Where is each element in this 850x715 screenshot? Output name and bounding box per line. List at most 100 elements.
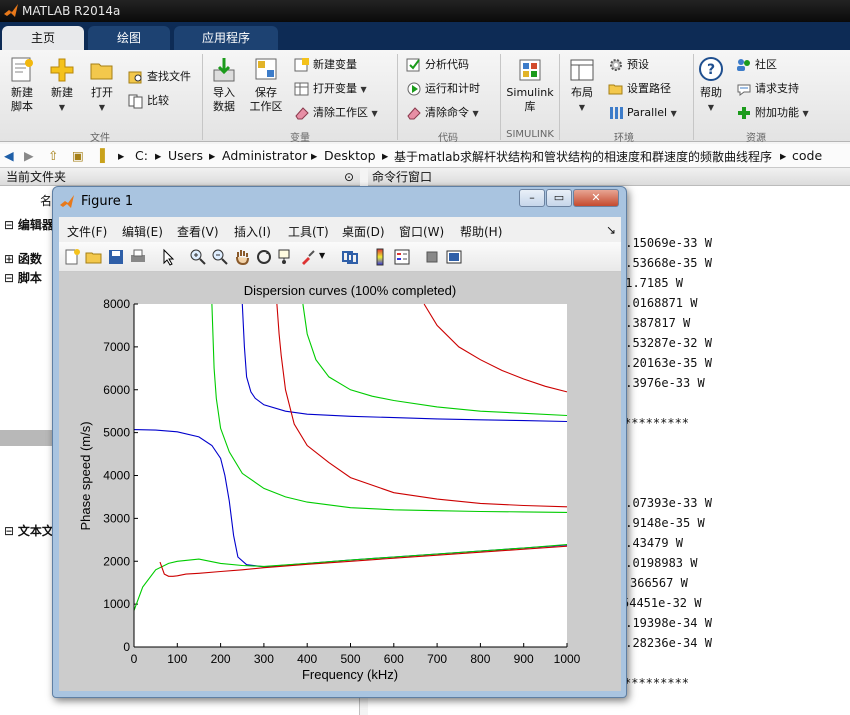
colorbar-icon[interactable] — [371, 248, 389, 266]
zoom-in-icon[interactable] — [189, 248, 207, 266]
help-button[interactable]: ? 帮助 ▼ — [696, 56, 726, 115]
group-file-label: 文件 — [90, 133, 110, 144]
import-data-button[interactable]: 导入 数据 — [206, 56, 242, 114]
request-support-button[interactable]: 请求支持 — [736, 80, 799, 98]
find-files-button[interactable]: 查找文件 — [128, 68, 191, 86]
x-tick-label: 0 — [131, 652, 138, 666]
show-plot-tools-icon[interactable] — [445, 248, 463, 266]
command-output-line: 4.07393e-33 W — [618, 496, 712, 510]
clear-workspace-button[interactable]: 清除工作区 ▼ — [294, 104, 378, 122]
open-button[interactable]: 打开 ▼ — [86, 56, 118, 115]
maximize-button[interactable]: ▭ — [546, 189, 572, 207]
command-output-line: 7.20163e-35 W — [618, 356, 712, 370]
set-path-button[interactable]: 设置路径 — [608, 80, 671, 98]
breadcrumb-administrator[interactable]: Administrator — [222, 148, 307, 163]
compare-label: 比较 — [147, 94, 169, 107]
tree-node-text-files[interactable]: ⊟ 文本文 — [4, 522, 54, 539]
community-button[interactable]: 社区 — [736, 56, 777, 74]
print-icon[interactable] — [129, 248, 147, 266]
addons-button[interactable]: 附加功能 ▼ — [736, 104, 809, 122]
chevron-down-icon: ▼ — [360, 85, 367, 94]
tab-apps[interactable]: 应用程序 — [174, 26, 278, 50]
y-tick-label: 2000 — [103, 554, 130, 568]
layout-button[interactable]: 布局 ▼ — [564, 56, 600, 115]
menu-view[interactable]: 查看(V) — [177, 223, 219, 240]
new-figure-icon[interactable] — [63, 248, 81, 266]
breadcrumb-c[interactable]: C: — [135, 148, 148, 163]
menu-insert[interactable]: 插入(I) — [234, 223, 271, 240]
import-data-label: 导入 数据 — [213, 86, 235, 113]
legend-icon[interactable] — [393, 248, 411, 266]
group-resources-label: 资源 — [746, 133, 766, 144]
run-and-time-button[interactable]: 运行和计时 — [406, 80, 480, 98]
run-and-time-label: 运行和计时 — [425, 82, 480, 95]
addons-icon — [738, 107, 750, 119]
close-button[interactable]: ✕ — [573, 189, 619, 207]
chevron-down-icon: ▼ — [58, 103, 66, 112]
analyze-code-button[interactable]: 分析代码 — [406, 56, 469, 74]
tree-node-scripts[interactable]: ⊟ 脚本 — [4, 269, 42, 286]
menu-help[interactable]: 帮助(H) — [460, 223, 502, 240]
selected-file-row[interactable] — [0, 430, 52, 446]
figure-window[interactable]: Figure 1 – ▭ ✕ 文件(F) 编辑(E) 查看(V) 插入(I) 工… — [52, 186, 627, 698]
breadcrumb-code[interactable]: code — [792, 148, 822, 163]
clear-commands-button[interactable]: 清除命令 ▼ — [406, 104, 479, 122]
name-column-header[interactable]: 名 — [40, 192, 52, 209]
tree-node-functions[interactable]: ⊞ 函数 — [4, 250, 42, 267]
find-files-label: 查找文件 — [147, 70, 191, 83]
link-plot-icon[interactable] — [341, 248, 359, 266]
command-output-line: 0.387817 W — [618, 316, 691, 330]
minimize-button[interactable]: – — [519, 189, 545, 207]
chevron-down-icon: ▼ — [98, 103, 106, 112]
new-button[interactable]: 新建 ▼ — [46, 56, 78, 115]
community-icon — [737, 59, 750, 71]
layout-label: 布局 — [571, 86, 593, 99]
compare-button[interactable]: 比较 — [128, 92, 169, 110]
menu-file[interactable]: 文件(F) — [67, 223, 107, 240]
open-variable-button[interactable]: 打开变量 ▼ — [294, 80, 367, 98]
preferences-button[interactable]: 预设 — [608, 56, 649, 74]
simulink-library-button[interactable]: Simulink 库 — [504, 56, 556, 114]
group-environment-label: 环境 — [614, 133, 634, 144]
breadcrumb-desktop[interactable]: Desktop — [324, 148, 376, 163]
up-folder-icon[interactable]: ⇧ — [48, 148, 58, 163]
menu-edit[interactable]: 编辑(E) — [122, 223, 163, 240]
group-divider — [693, 54, 694, 140]
parallel-button[interactable]: Parallel ▼ — [608, 104, 677, 122]
open-label: 打开 — [91, 86, 113, 99]
tree-node-editor[interactable]: ⊟ 编辑器 — [4, 216, 54, 233]
new-variable-button[interactable]: 新建变量 — [294, 56, 357, 74]
chevron-down-icon[interactable]: ▼ — [319, 251, 325, 260]
hide-plot-tools-icon[interactable] — [423, 248, 441, 266]
menu-window[interactable]: 窗口(W) — [399, 223, 444, 240]
chevron-down-icon: ▼ — [707, 103, 715, 112]
group-divider — [500, 54, 501, 140]
breadcrumb-users[interactable]: Users — [168, 148, 203, 163]
rotate-3d-icon[interactable] — [255, 248, 273, 266]
open-file-icon[interactable] — [85, 248, 103, 266]
dispersion-chart[interactable]: Dispersion curves (100% completed) Frequ… — [59, 272, 621, 691]
breadcrumb-project-folder[interactable]: 基于matlab求解杆状结构和管状结构的相速度和群速度的频散曲线程序 — [394, 148, 772, 165]
dock-arrow-icon[interactable]: ↘ — [606, 223, 616, 237]
browse-folder-icon[interactable]: ▣ — [72, 148, 84, 163]
menu-desktop[interactable]: 桌面(D) — [342, 223, 385, 240]
panel-menu-icon[interactable]: ⊙ — [344, 168, 354, 186]
menu-tools[interactable]: 工具(T) — [288, 223, 329, 240]
pointer-icon[interactable] — [159, 248, 177, 266]
folder-path-icon — [608, 84, 623, 95]
data-cursor-icon[interactable] — [277, 248, 295, 266]
save-icon[interactable] — [107, 248, 125, 266]
tab-home[interactable]: 主页 — [2, 26, 84, 50]
parallel-label: Parallel — [627, 106, 668, 119]
y-tick-label: 6000 — [103, 383, 130, 397]
tab-plots[interactable]: 绘图 — [88, 26, 170, 50]
back-arrow-icon[interactable]: ◀ — [4, 148, 14, 163]
zoom-out-icon[interactable] — [211, 248, 229, 266]
save-workspace-button[interactable]: 保存 工作区 — [246, 56, 286, 114]
chevron-down-icon: ▼ — [371, 109, 378, 118]
brush-icon[interactable] — [299, 248, 317, 266]
new-script-button[interactable]: 新建 脚本 — [4, 56, 40, 114]
forward-arrow-icon[interactable]: ▶ — [24, 148, 34, 163]
y-tick-label: 8000 — [103, 297, 130, 311]
pan-hand-icon[interactable] — [233, 248, 251, 266]
